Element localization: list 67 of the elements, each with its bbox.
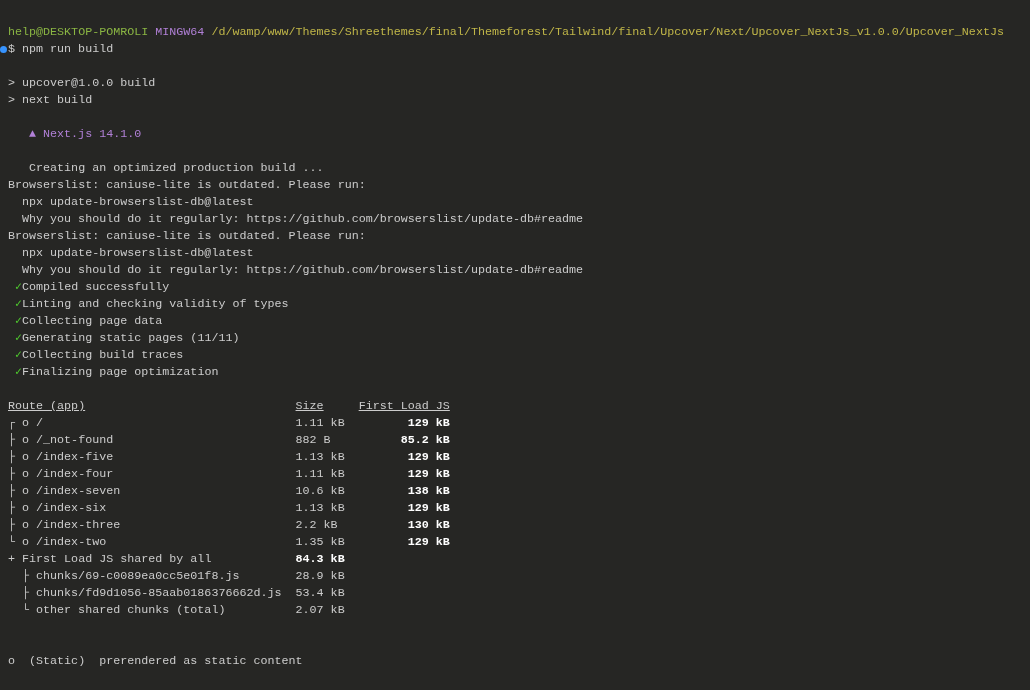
prompt-symbol: $ xyxy=(8,41,15,58)
route-cell: ┌ o / xyxy=(8,416,44,430)
size-cell: 1.11 kB xyxy=(295,467,345,481)
size-cell: 10.6 kB xyxy=(295,484,345,498)
route-cell: ├ o /index-six xyxy=(8,501,107,515)
check-icon: ✓ xyxy=(15,347,23,364)
output-line: Why you should do it regularly: https://github.com/browserslist/update-db#readme xyxy=(22,211,584,228)
shared-size: 84.3 kB xyxy=(295,551,345,568)
legend-symbol: o xyxy=(8,653,15,670)
output-line: Collecting build traces xyxy=(22,347,184,364)
output-line: npx update-browserslist-db@latest xyxy=(22,245,254,262)
first-load-cell: 85.2 kB xyxy=(400,433,450,447)
output-line: Creating an optimized production build ... xyxy=(29,160,324,177)
route-cell: ├ o /_not-found xyxy=(8,433,114,447)
chunk-size: 53.4 kB xyxy=(295,585,345,602)
size-cell: 2.2 kB xyxy=(295,518,338,532)
size-cell: 1.35 kB xyxy=(295,535,345,549)
size-cell: 1.13 kB xyxy=(295,501,345,515)
next-version: Next.js 14.1.0 xyxy=(43,126,142,143)
first-load-cell: 129 kB xyxy=(407,535,450,549)
first-load-cell: 129 kB xyxy=(407,450,450,464)
size-cell: 1.11 kB xyxy=(295,416,345,430)
chunk-name: ├ chunks/fd9d1056-85aab0186376662d.js xyxy=(22,586,282,600)
route-cell: ├ o /index-four xyxy=(8,467,114,481)
check-icon: ✓ xyxy=(15,330,23,347)
command-text: npm run build xyxy=(22,41,114,58)
column-header: Size xyxy=(295,398,325,415)
first-load-cell: 130 kB xyxy=(407,518,450,532)
chunk-size: 2.07 kB xyxy=(295,602,345,619)
shared-label: + First Load JS shared by all xyxy=(8,552,212,566)
output-line: Linting and checking validity of types xyxy=(22,296,289,313)
script-line: > next build xyxy=(8,93,93,107)
prompt-user: help@DESKTOP-POMROLI xyxy=(8,24,149,41)
size-cell: 882 B xyxy=(295,433,331,447)
size-cell: 1.13 kB xyxy=(295,450,345,464)
route-cell: ├ o /index-five xyxy=(8,450,114,464)
output-line: Compiled successfully xyxy=(22,279,170,296)
output-line: Browserslist: caniuse-lite is outdated. Please run: xyxy=(8,228,366,245)
next-triangle-icon: ▲ xyxy=(29,126,37,143)
script-line: > upcover@1.0.0 build xyxy=(8,76,156,90)
first-load-cell: 129 kB xyxy=(407,416,450,430)
output-line: Collecting page data xyxy=(22,313,163,330)
check-icon: ✓ xyxy=(15,296,23,313)
output-line: Why you should do it regularly: https://github.com/browserslist/update-db#readme xyxy=(22,262,584,279)
route-cell: ├ o /index-seven xyxy=(8,484,121,498)
chunk-name: └ other shared chunks (total) xyxy=(22,603,226,617)
chunk-size: 28.9 kB xyxy=(295,568,345,585)
check-icon: ✓ xyxy=(15,313,23,330)
first-load-cell: 129 kB xyxy=(407,467,450,481)
column-header: Route (app) xyxy=(8,398,87,415)
prompt-shell: MINGW64 xyxy=(155,24,205,41)
first-load-cell: 129 kB xyxy=(407,501,450,515)
output-line: Finalizing page optimization xyxy=(22,364,219,381)
legend-type: (Static) xyxy=(29,653,86,670)
check-icon: ✓ xyxy=(15,279,23,296)
first-load-cell: 138 kB xyxy=(407,484,450,498)
chunk-name: ├ chunks/69-c0089ea0cc5e01f8.js xyxy=(22,569,240,583)
output-line: npx update-browserslist-db@latest xyxy=(22,194,254,211)
route-cell: ├ o /index-three xyxy=(8,518,121,532)
output-line: Generating static pages (11/11) xyxy=(22,330,240,347)
output-line: Browserslist: caniuse-lite is outdated. Please run: xyxy=(8,177,366,194)
prompt-path: /d/wamp/www/Themes/Shreethemes/final/Themeforest/Tailwind/final/Upcover/Next/Upcover_NextJs_v1.0.0/Upcover_NextJs xyxy=(211,24,1004,41)
check-icon: ✓ xyxy=(15,364,23,381)
command-status-icon[interactable] xyxy=(0,46,7,53)
column-header: First Load JS xyxy=(358,398,450,415)
route-cell: └ o /index-two xyxy=(8,535,107,549)
legend-description: prerendered as static content xyxy=(99,653,303,670)
